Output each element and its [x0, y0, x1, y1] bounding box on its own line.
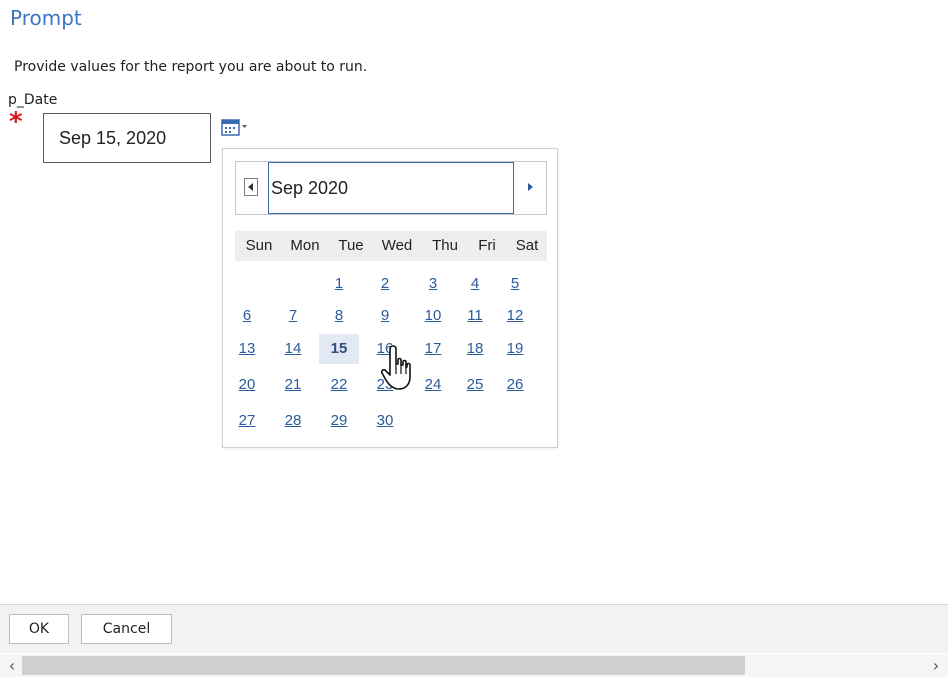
day-cell[interactable]: 16 — [365, 334, 405, 364]
day-cell[interactable]: 18 — [455, 334, 495, 364]
calendar-dropdown-button[interactable] — [221, 117, 263, 141]
day-cell[interactable]: 19 — [495, 334, 535, 364]
next-month-button[interactable] — [524, 178, 538, 196]
ok-button[interactable]: OK — [9, 614, 69, 644]
day-cell[interactable]: 26 — [495, 370, 535, 400]
day-cell[interactable]: 5 — [495, 269, 535, 299]
weekday-label: Fri — [478, 237, 496, 254]
day-cell[interactable]: 27 — [227, 406, 267, 436]
day-cell[interactable]: 14 — [273, 334, 313, 364]
triangle-right-icon — [528, 183, 533, 191]
parameter-label: p_Date — [8, 92, 58, 108]
weekday-label: Tue — [338, 237, 364, 254]
day-cell[interactable]: 7 — [273, 301, 313, 331]
day-cell[interactable]: 29 — [319, 406, 359, 436]
day-cell[interactable]: 25 — [455, 370, 495, 400]
day-cell[interactable]: 3 — [413, 269, 453, 299]
day-cell[interactable]: 28 — [273, 406, 313, 436]
scroll-right-arrow-icon[interactable]: › — [926, 654, 946, 677]
day-cell[interactable]: 30 — [365, 406, 405, 436]
day-cell[interactable]: 2 — [365, 269, 405, 299]
required-indicator: * — [9, 107, 23, 137]
day-cell[interactable]: 6 — [227, 301, 267, 331]
weekday-label: Thu — [432, 237, 458, 254]
instructions-text: Provide values for the report you are ab… — [14, 59, 368, 75]
day-cell[interactable]: 22 — [319, 370, 359, 400]
selected-day-cell[interactable]: 15 — [319, 334, 359, 364]
day-cell[interactable]: 17 — [413, 334, 453, 364]
month-year-field[interactable]: Sep 2020 — [268, 162, 514, 214]
day-cell[interactable]: 9 — [365, 301, 405, 331]
calendar-popup: Sep 2020 Sun Mon Tue Wed Thu Fri Sat 123… — [222, 148, 558, 448]
weekday-label: Sat — [515, 237, 539, 254]
calendar-dropdown-icon — [221, 119, 247, 136]
dialog-footer: OK Cancel — [0, 604, 948, 653]
day-cell[interactable]: 21 — [273, 370, 313, 400]
date-input[interactable]: Sep 15, 2020 — [43, 113, 211, 163]
day-cell[interactable]: 4 — [455, 269, 495, 299]
scroll-left-arrow-icon[interactable]: ‹ — [2, 654, 22, 677]
weekday-header: Sun Mon Tue Wed Thu Fri Sat — [235, 231, 547, 261]
prompt-title: Prompt — [10, 6, 82, 30]
month-navigation: Sep 2020 — [235, 161, 547, 215]
day-cell[interactable]: 24 — [413, 370, 453, 400]
day-cell[interactable]: 23 — [365, 370, 405, 400]
scrollbar-thumb[interactable] — [22, 656, 745, 675]
prev-month-button[interactable] — [244, 178, 258, 196]
day-cell[interactable]: 1 — [319, 269, 359, 299]
horizontal-scrollbar[interactable]: ‹ › — [0, 654, 948, 677]
weekday-label: Wed — [381, 237, 413, 254]
weekday-label: Sun — [245, 237, 273, 254]
weekday-label: Mon — [290, 237, 320, 254]
day-cell[interactable]: 20 — [227, 370, 267, 400]
day-cell[interactable]: 11 — [455, 301, 495, 331]
day-cell[interactable]: 10 — [413, 301, 453, 331]
day-cell[interactable]: 8 — [319, 301, 359, 331]
day-cell[interactable]: 13 — [227, 334, 267, 364]
triangle-left-icon — [248, 183, 253, 191]
day-cell[interactable]: 12 — [495, 301, 535, 331]
cancel-button[interactable]: Cancel — [81, 614, 172, 644]
